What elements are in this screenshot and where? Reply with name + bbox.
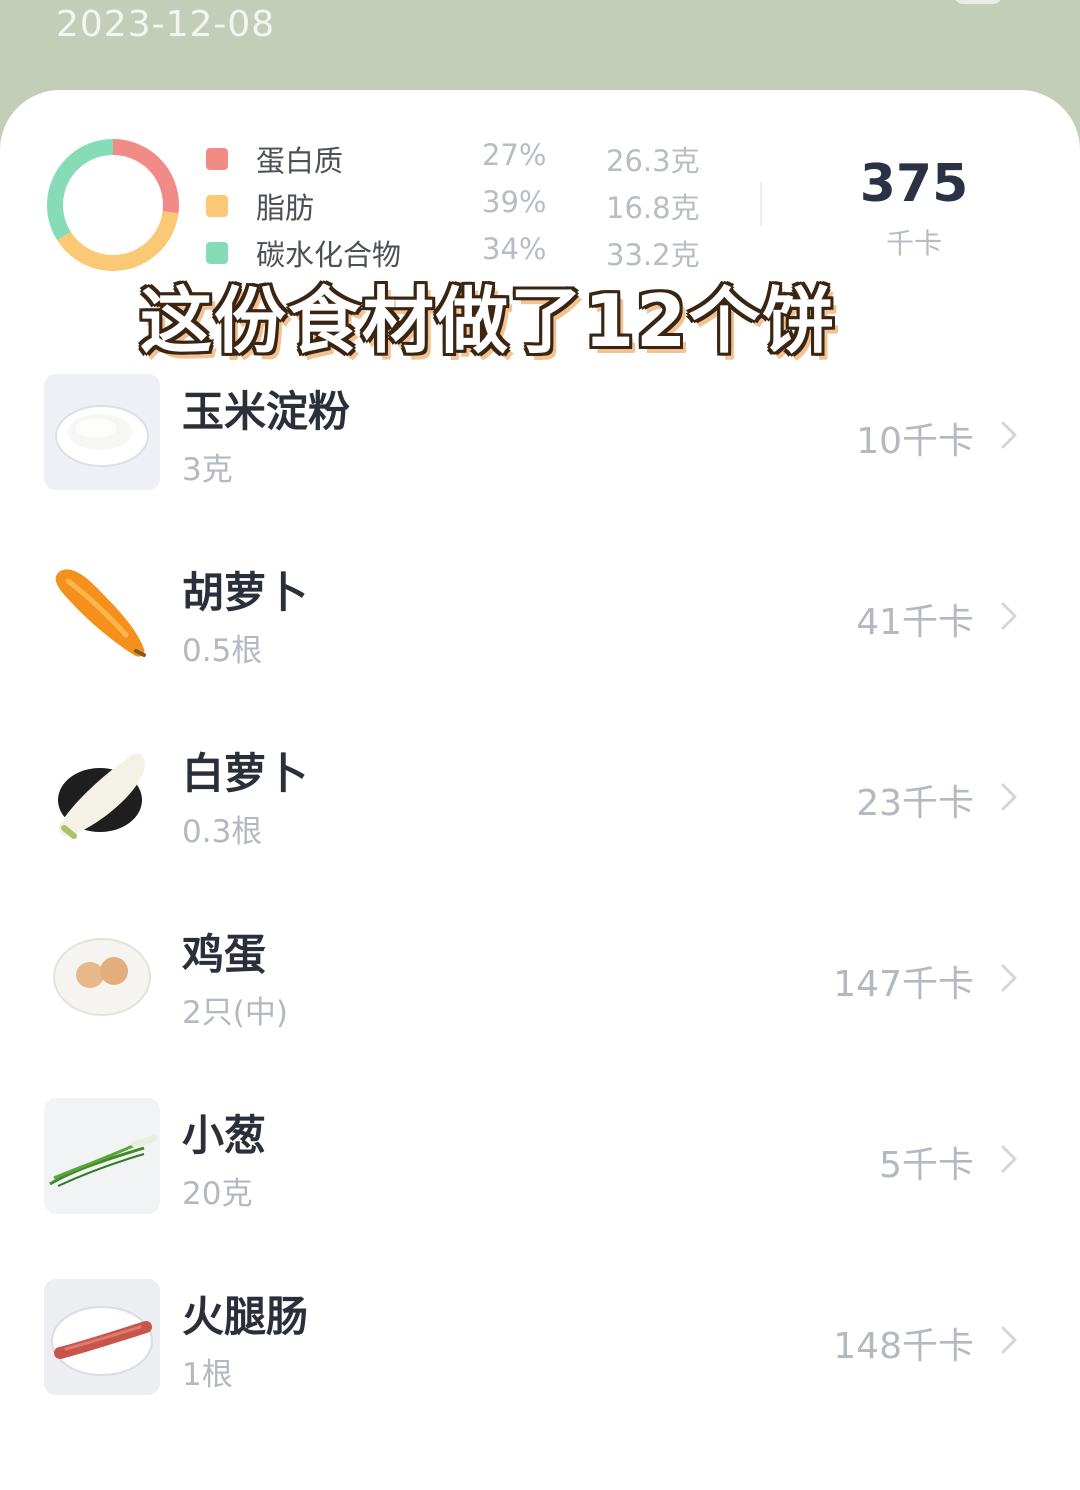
food-row-carrot[interactable]: 胡萝卜 0.5根 41千卡	[0, 555, 1080, 685]
protein-color-dot	[206, 148, 228, 170]
food-name: 火腿肠	[182, 1292, 309, 1341]
food-name: 白萝卜	[182, 749, 309, 798]
food-amount: 2只(中)	[182, 995, 288, 1031]
chevron-right-icon	[1001, 783, 1017, 811]
carbs-color-dot	[206, 242, 228, 264]
eggs-image	[44, 917, 160, 1033]
carrot-image	[44, 555, 160, 671]
food-row-eggs[interactable]: 鸡蛋 2只(中) 147千卡	[0, 917, 1080, 1047]
legend-row-protein: 蛋白质 27% 26.3克	[204, 138, 724, 178]
legend-percent: 39%	[482, 185, 547, 219]
legend-name: 脂肪	[256, 191, 315, 225]
white-radish-image	[44, 736, 160, 852]
header-date: 2023-12-08	[56, 4, 276, 45]
total-calories-unit: 千卡	[885, 227, 942, 260]
scallion-image	[44, 1098, 160, 1214]
legend-name: 蛋白质	[256, 144, 344, 178]
food-amount: 1根	[182, 1357, 233, 1393]
food-name: 胡萝卜	[182, 568, 309, 617]
food-amount: 0.5根	[182, 633, 263, 669]
total-calories: 375	[859, 154, 969, 214]
chevron-right-icon	[1001, 964, 1017, 992]
food-name: 鸡蛋	[182, 930, 267, 979]
food-amount: 20克	[182, 1176, 253, 1212]
food-row-white-radish[interactable]: 白萝卜 0.3根 23千卡	[0, 736, 1080, 866]
legend-grams: 16.8克	[606, 191, 700, 225]
food-amount: 0.3根	[182, 814, 263, 850]
fat-color-dot	[206, 195, 228, 217]
food-calories: 148千卡	[833, 1326, 974, 1367]
food-row-scallion[interactable]: 小葱 20克 5千卡	[0, 1098, 1080, 1228]
ham-sausage-image	[44, 1279, 160, 1395]
food-calories: 5千卡	[879, 1145, 974, 1186]
legend-grams: 26.3克	[606, 144, 700, 178]
chevron-right-icon	[1001, 1326, 1017, 1354]
food-calories: 23千卡	[856, 783, 974, 824]
macro-donut-chart	[47, 139, 179, 271]
food-calories: 10千卡	[856, 421, 974, 462]
status-pill	[954, 0, 1002, 4]
chevron-right-icon	[1001, 1145, 1017, 1173]
legend-percent: 27%	[482, 138, 547, 172]
food-calories: 147千卡	[833, 964, 974, 1005]
overlay-caption: 这份食材做了12个饼	[140, 279, 837, 363]
food-calories: 41千卡	[856, 602, 974, 643]
cornstarch-image	[44, 374, 160, 490]
chevron-right-icon	[1001, 421, 1017, 449]
summary-divider	[760, 182, 762, 226]
food-row-ham-sausage[interactable]: 火腿肠 1根 148千卡	[0, 1279, 1080, 1409]
food-name: 玉米淀粉	[182, 387, 351, 436]
food-name: 小葱	[182, 1111, 267, 1160]
food-row-cornstarch[interactable]: 玉米淀粉 3克 10千卡	[0, 374, 1080, 504]
food-amount: 3克	[182, 452, 233, 488]
legend-row-fat: 脂肪 39% 16.8克	[204, 185, 724, 225]
chevron-right-icon	[1001, 602, 1017, 630]
legend-percent: 34%	[482, 232, 547, 266]
